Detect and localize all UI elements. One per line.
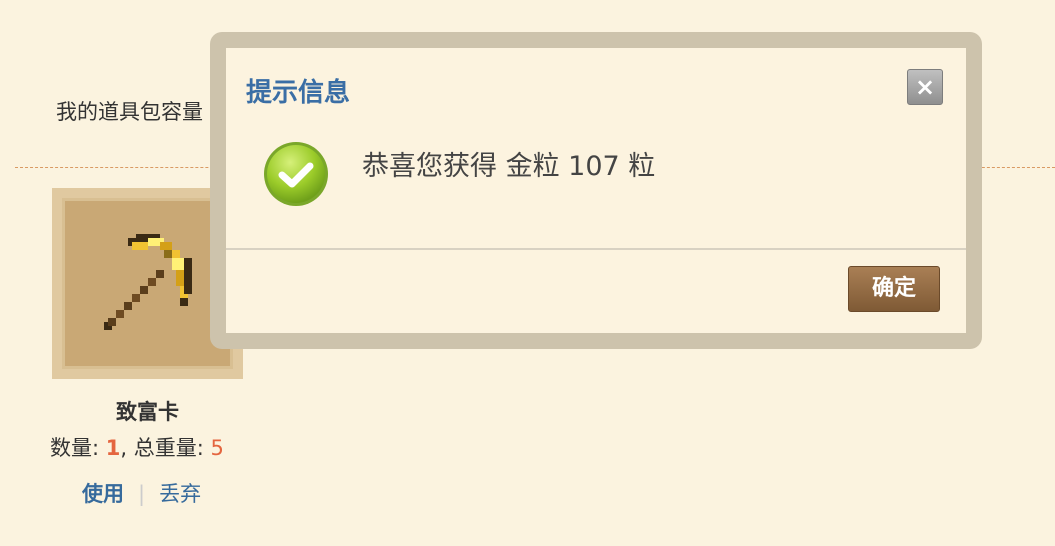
notice-dialog: 提示信息 × 恭喜您获得 金粒 107 粒 确定 (226, 48, 966, 333)
golden-pickaxe-icon (104, 234, 192, 330)
use-link[interactable]: 使用 (82, 482, 124, 506)
weight-value: 5 (210, 436, 224, 460)
confirm-button[interactable]: 确定 (848, 266, 940, 312)
item-stats: 数量: 1, 总重量: 5 (50, 432, 224, 462)
item-actions: 使用 | 丢弃 (82, 478, 201, 508)
close-icon[interactable]: × (907, 69, 943, 105)
dialog-message: 恭喜您获得 金粒 107 粒 (362, 151, 656, 182)
capacity-label: 我的道具包容量 (56, 100, 203, 124)
quantity-value: 1 (105, 436, 121, 460)
discard-link[interactable]: 丢弃 (159, 482, 201, 506)
dialog-overlay-frame: 提示信息 × 恭喜您获得 金粒 107 粒 确定 (210, 32, 982, 349)
action-separator: | (138, 482, 146, 506)
weight-label: , 总重量: (120, 436, 211, 460)
success-check-icon (264, 142, 328, 206)
dialog-divider (226, 248, 966, 250)
quantity-label: 数量: (50, 436, 106, 460)
dialog-title: 提示信息 (246, 78, 351, 108)
item-name: 致富卡 (116, 400, 179, 424)
